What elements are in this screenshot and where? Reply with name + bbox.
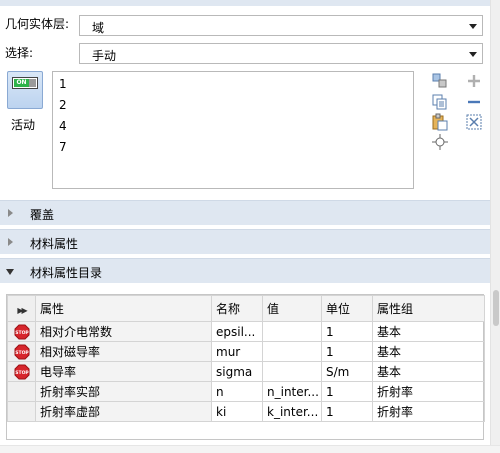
active-toggle-button[interactable]: ON bbox=[7, 71, 43, 109]
table-row[interactable]: STOP 电导率 sigma S/m 基本 bbox=[7, 361, 485, 382]
cell-value-input[interactable] bbox=[262, 321, 322, 342]
column-header-group[interactable]: 属性组 bbox=[372, 295, 485, 322]
list-item[interactable]: 4 bbox=[59, 119, 67, 133]
top-panel-strip bbox=[0, 0, 490, 6]
column-header-name[interactable]: 名称 bbox=[211, 295, 263, 322]
expand-arrow-icon bbox=[8, 238, 13, 246]
cell-name: ki bbox=[211, 401, 263, 422]
list-item[interactable]: 1 bbox=[59, 77, 67, 91]
cell-group: 折射率 bbox=[372, 381, 485, 402]
cell-property: 相对介电常数 bbox=[35, 321, 212, 342]
selection-list[interactable]: 1 2 4 7 bbox=[52, 71, 414, 189]
selection-label: 选择: bbox=[5, 46, 34, 60]
clear-selection-icon[interactable] bbox=[465, 113, 483, 131]
expand-all-icon[interactable]: ▶▶ bbox=[7, 295, 36, 322]
cell-name: epsil... bbox=[211, 321, 263, 342]
section-override[interactable]: 覆盖 bbox=[0, 200, 490, 225]
cell-group: 基本 bbox=[372, 361, 485, 382]
cell-property: 电导率 bbox=[35, 361, 212, 382]
section-material-properties[interactable]: 材料属性 bbox=[0, 229, 490, 254]
table-row[interactable]: STOP 相对介电常数 epsil... 1 基本 bbox=[7, 321, 485, 342]
cell-group: 基本 bbox=[372, 341, 485, 362]
selection-dropdown[interactable]: 手动 bbox=[79, 43, 483, 64]
dropdown-arrow-icon bbox=[469, 52, 477, 57]
copy-icon[interactable] bbox=[431, 93, 449, 111]
column-header-value[interactable]: 值 bbox=[262, 295, 322, 322]
cell-unit: 1 bbox=[321, 341, 373, 362]
cell-value-input[interactable] bbox=[262, 361, 322, 382]
cell-property: 折射率实部 bbox=[35, 381, 212, 402]
svg-text:STOP: STOP bbox=[15, 370, 29, 376]
cell-property: 相对磁导率 bbox=[35, 341, 212, 362]
svg-text:STOP: STOP bbox=[15, 330, 29, 336]
paste-icon[interactable] bbox=[431, 113, 449, 131]
section-title: 材料属性目录 bbox=[30, 266, 103, 280]
stop-icon: STOP bbox=[7, 321, 36, 342]
section-material-contents[interactable]: 材料属性目录 bbox=[0, 258, 490, 283]
table-header-row: ▶▶ 属性 名称 值 单位 属性组 bbox=[7, 295, 485, 322]
cell-unit: 1 bbox=[321, 321, 373, 342]
horizontal-scrollbar[interactable] bbox=[0, 445, 500, 453]
table-row[interactable]: STOP 相对磁导率 mur 1 基本 bbox=[7, 341, 485, 362]
cell-name: mur bbox=[211, 341, 263, 362]
list-item[interactable]: 7 bbox=[59, 140, 67, 154]
cell-value-input[interactable] bbox=[262, 341, 322, 362]
cell-property: 折射率虚部 bbox=[35, 401, 212, 422]
cell-group: 基本 bbox=[372, 321, 485, 342]
cell-unit: 1 bbox=[321, 401, 373, 422]
remove-icon[interactable] bbox=[465, 93, 483, 111]
cell-name: n bbox=[211, 381, 263, 402]
cell-name: sigma bbox=[211, 361, 263, 382]
add-icon[interactable] bbox=[465, 72, 483, 90]
material-contents-table[interactable]: ▶▶ 属性 名称 值 单位 属性组 STOP 相对介电常数 epsil... 1… bbox=[6, 294, 485, 440]
table-row[interactable]: 折射率虚部 ki k_inter... 1 折射率 bbox=[7, 401, 485, 422]
column-header-property[interactable]: 属性 bbox=[35, 295, 212, 322]
select-paste-icon[interactable] bbox=[431, 72, 449, 90]
zoom-to-selection-icon[interactable] bbox=[431, 133, 449, 151]
section-title: 材料属性 bbox=[30, 237, 79, 251]
expand-arrow-icon bbox=[8, 209, 13, 217]
cell-unit: S/m bbox=[321, 361, 373, 382]
stop-icon: STOP bbox=[7, 341, 36, 362]
geometry-layer-value: 域 bbox=[92, 21, 105, 35]
active-label: 活动 bbox=[11, 118, 36, 132]
dropdown-arrow-icon bbox=[469, 24, 477, 29]
scrollbar-thumb[interactable] bbox=[493, 290, 499, 326]
cell-group: 折射率 bbox=[372, 401, 485, 422]
vertical-scrollbar[interactable] bbox=[490, 0, 500, 445]
collapse-arrow-icon bbox=[6, 269, 14, 275]
row-gutter bbox=[7, 381, 36, 402]
row-gutter bbox=[7, 401, 36, 422]
list-item[interactable]: 2 bbox=[59, 98, 67, 112]
column-header-unit[interactable]: 单位 bbox=[321, 295, 373, 322]
cell-value-input[interactable]: n_inter... bbox=[262, 381, 322, 402]
cell-value-input[interactable]: k_inter... bbox=[262, 401, 322, 422]
table-row[interactable]: 折射率实部 n n_inter... 1 折射率 bbox=[7, 381, 485, 402]
section-title: 覆盖 bbox=[30, 208, 55, 222]
geometry-layer-label: 几何实体层: bbox=[5, 17, 70, 31]
on-switch-icon: ON bbox=[12, 77, 38, 89]
cell-unit: 1 bbox=[321, 381, 373, 402]
svg-text:STOP: STOP bbox=[15, 350, 29, 356]
selection-value: 手动 bbox=[92, 49, 117, 63]
geometry-layer-dropdown[interactable]: 域 bbox=[79, 15, 483, 36]
stop-icon: STOP bbox=[7, 361, 36, 382]
